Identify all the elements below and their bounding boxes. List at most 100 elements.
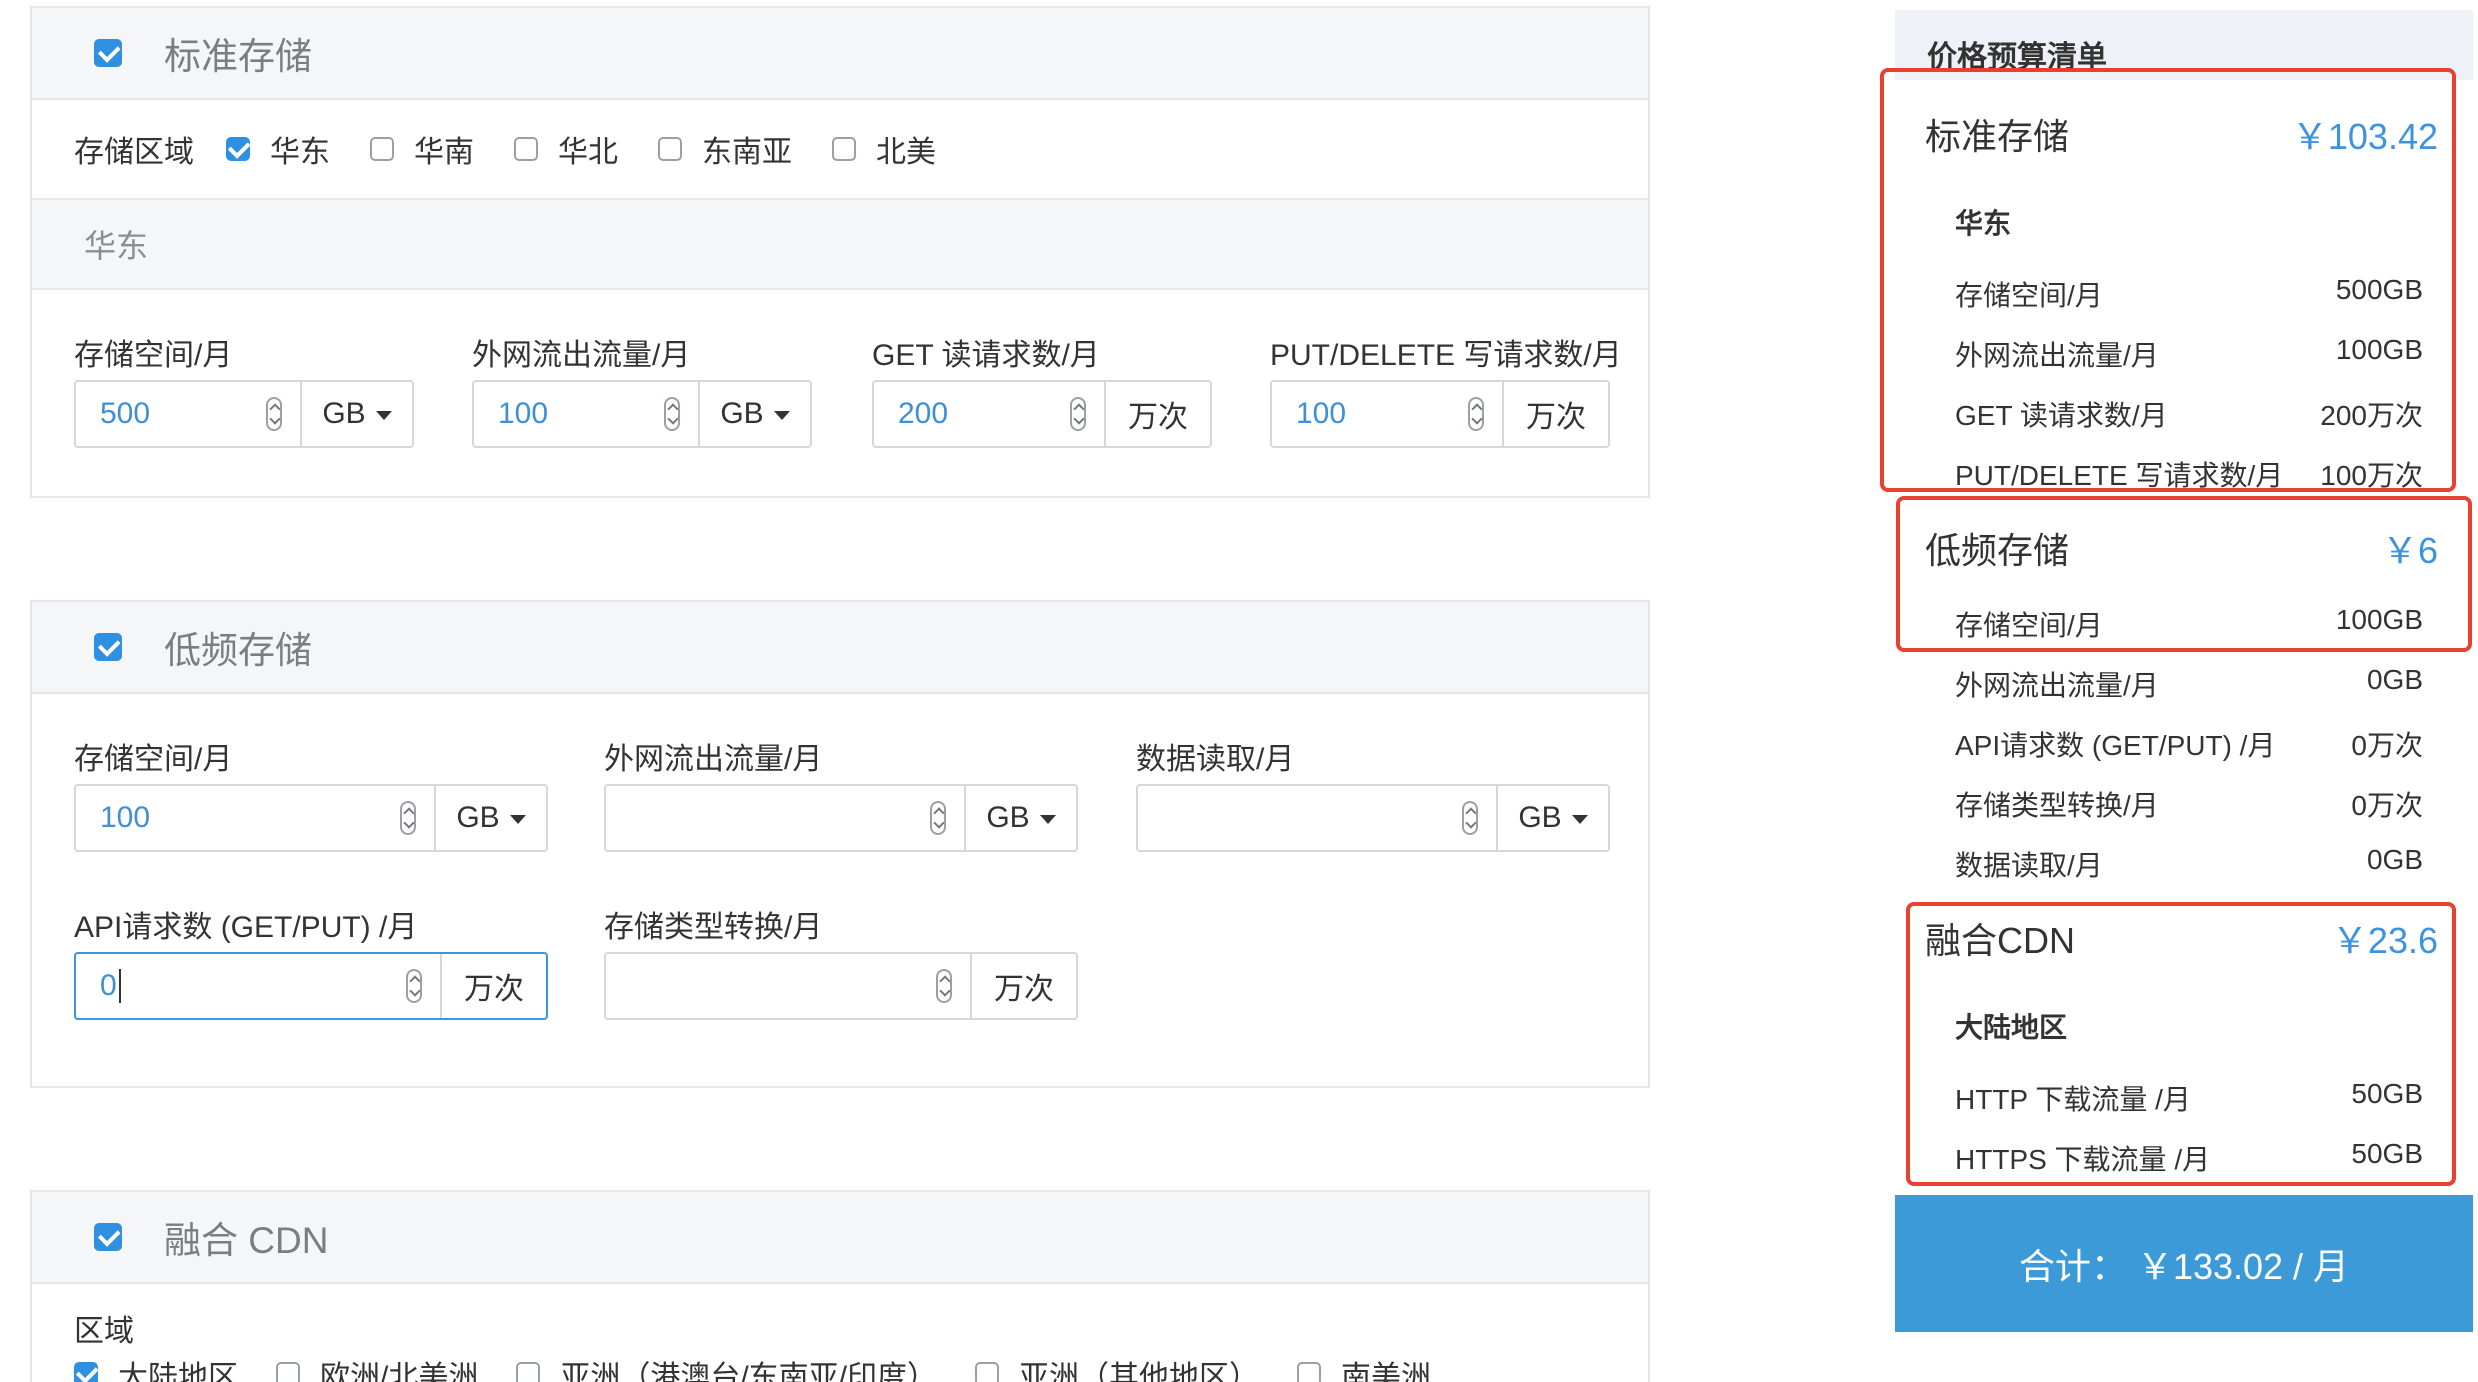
- standard-storage-header: 标准存储: [32, 8, 1648, 100]
- spinner-icon[interactable]: [1462, 801, 1478, 835]
- unit-label: 万次: [440, 954, 546, 1018]
- input-value[interactable]: 200: [874, 382, 1104, 446]
- lf-egress-input[interactable]: GB: [604, 784, 1078, 852]
- total-bar: 合计： ￥133.02 / 月: [1895, 1195, 2473, 1332]
- spinner-icon[interactable]: [664, 397, 680, 431]
- region-checkbox-huanan[interactable]: [370, 137, 394, 161]
- text-cursor: [118, 969, 121, 1003]
- region-checkbox-north-america[interactable]: [832, 137, 856, 161]
- region-option-huadong[interactable]: 华东: [226, 127, 330, 171]
- summary-row: API请求数 (GET/PUT) /月 0万次: [1955, 730, 2423, 761]
- input-value[interactable]: 500: [76, 382, 300, 446]
- highlight-cdn-box: [1906, 902, 2456, 1186]
- cdn-region-checkbox-asia-other[interactable]: [975, 1362, 1000, 1382]
- std-egress-field: 外网流出流量/月: [472, 330, 690, 374]
- region-option-huanan[interactable]: 华南: [370, 127, 474, 171]
- caret-down-icon: [375, 411, 392, 420]
- spinner-icon[interactable]: [936, 969, 952, 1003]
- spinner-icon[interactable]: [930, 801, 946, 835]
- field-label: GET 读请求数/月: [872, 339, 1100, 372]
- spinner-icon[interactable]: [1468, 397, 1484, 431]
- lf-storage-space-input[interactable]: 100 GB: [74, 784, 548, 852]
- input-value[interactable]: [1138, 786, 1496, 850]
- standard-storage-checkbox[interactable]: [94, 39, 122, 67]
- cdn-region-checkbox-asia-hmt[interactable]: [516, 1362, 541, 1382]
- cdn-region-label: 区域: [74, 1315, 134, 1348]
- input-value[interactable]: 100: [76, 786, 434, 850]
- input-value[interactable]: [606, 786, 964, 850]
- region-subheader-huadong: 华东: [32, 200, 1648, 290]
- caret-down-icon: [509, 815, 526, 824]
- unit-select[interactable]: GB: [1496, 786, 1608, 850]
- cdn-region-europe-na[interactable]: 欧洲/北美洲: [276, 1352, 478, 1382]
- lowfreq-storage-header: 低频存储: [32, 602, 1648, 694]
- spinner-icon[interactable]: [406, 969, 422, 1003]
- cdn-region-asia-hmt[interactable]: 亚洲（港澳台/东南亚/印度）: [516, 1352, 937, 1382]
- field-label: 存储空间/月: [74, 339, 233, 372]
- input-value[interactable]: 0: [76, 954, 440, 1018]
- input-value[interactable]: [606, 954, 970, 1018]
- lf-type-conversion-input[interactable]: 万次: [604, 952, 1078, 1020]
- std-get-requests-field: GET 读请求数/月: [872, 330, 1100, 374]
- unit-label: 万次: [970, 954, 1076, 1018]
- std-egress-input[interactable]: 100 GB: [472, 380, 812, 448]
- region-option-southeast-asia[interactable]: 东南亚: [658, 127, 792, 171]
- summary-row: 存储类型转换/月 0万次: [1955, 790, 2423, 821]
- unit-label: 万次: [1104, 382, 1210, 446]
- input-value[interactable]: 100: [1272, 382, 1502, 446]
- std-put-requests-input[interactable]: 100 万次: [1270, 380, 1610, 448]
- spinner-icon[interactable]: [1070, 397, 1086, 431]
- std-get-requests-input[interactable]: 200 万次: [872, 380, 1212, 448]
- cdn-region-checkbox-europe-na[interactable]: [276, 1362, 300, 1382]
- spinner-icon[interactable]: [400, 801, 416, 835]
- cdn-region-checkbox-south-america[interactable]: [1297, 1362, 1322, 1382]
- cdn-region-south-america[interactable]: 南美洲: [1297, 1352, 1431, 1382]
- region-option-north-america[interactable]: 北美: [832, 127, 936, 171]
- standard-storage-panel: 标准存储 存储区域 华东 华南 华北 东南亚 北美 华东 存储空间/月 500 …: [30, 6, 1650, 498]
- cdn-region-mainland[interactable]: 大陆地区: [74, 1352, 238, 1382]
- summary-row: 数据读取/月 0GB: [1955, 844, 2423, 881]
- std-storage-space-input[interactable]: 500 GB: [74, 380, 414, 448]
- lf-type-conversion-field: 存储类型转换/月: [604, 902, 822, 946]
- field-label: 存储类型转换/月: [604, 911, 823, 944]
- lowfreq-storage-title: 低频存储: [164, 630, 312, 671]
- spinner-icon[interactable]: [266, 397, 282, 431]
- field-label: 存储空间/月: [74, 743, 233, 776]
- caret-down-icon: [1039, 815, 1056, 824]
- cdn-title: 融合 CDN: [164, 1220, 329, 1261]
- unit-select[interactable]: GB: [698, 382, 810, 446]
- storage-region-row: 存储区域 华东 华南 华北 东南亚 北美: [32, 100, 1648, 200]
- lf-data-read-input[interactable]: GB: [1136, 784, 1610, 852]
- storage-region-label: 存储区域: [74, 136, 194, 169]
- caret-down-icon: [773, 411, 790, 420]
- region-option-huabei[interactable]: 华北: [514, 127, 618, 171]
- region-checkbox-huadong[interactable]: [226, 137, 250, 161]
- lf-data-read-field: 数据读取/月: [1136, 734, 1294, 778]
- cdn-checkbox[interactable]: [94, 1223, 122, 1251]
- standard-storage-title: 标准存储: [164, 36, 312, 77]
- field-label: 外网流出流量/月: [604, 743, 823, 776]
- lowfreq-storage-checkbox[interactable]: [94, 633, 122, 661]
- unit-select[interactable]: GB: [300, 382, 412, 446]
- field-label: API请求数 (GET/PUT) /月: [74, 911, 418, 944]
- lowfreq-storage-panel: 低频存储 存储空间/月 100 GB 外网流出流量/月 GB 数据读取/月 GB…: [30, 600, 1650, 1088]
- std-storage-space-field: 存储空间/月: [74, 330, 232, 374]
- cdn-header: 融合 CDN: [32, 1192, 1648, 1284]
- caret-down-icon: [1571, 815, 1588, 824]
- cdn-region-checkbox-mainland[interactable]: [74, 1362, 98, 1382]
- region-checkbox-huabei[interactable]: [514, 137, 538, 161]
- lf-api-requests-field: API请求数 (GET/PUT) /月: [74, 902, 417, 946]
- unit-select[interactable]: GB: [434, 786, 546, 850]
- unit-select[interactable]: GB: [964, 786, 1076, 850]
- summary-row: 外网流出流量/月 0GB: [1955, 664, 2423, 701]
- input-value[interactable]: 100: [474, 382, 698, 446]
- highlight-lowfreq-box: [1896, 496, 2472, 652]
- lf-api-requests-input[interactable]: 0 万次: [74, 952, 548, 1020]
- lf-storage-space-field: 存储空间/月: [74, 734, 232, 778]
- cdn-region-row: 大陆地区 欧洲/北美洲 亚洲（港澳台/东南亚/印度） 亚洲（其他地区） 南美洲: [74, 1352, 1469, 1382]
- field-label: 外网流出流量/月: [472, 339, 691, 372]
- field-label: PUT/DELETE 写请求数/月: [1270, 339, 1622, 372]
- cdn-region-asia-other[interactable]: 亚洲（其他地区）: [975, 1352, 1259, 1382]
- region-checkbox-southeast-asia[interactable]: [658, 137, 682, 161]
- highlight-standard-box: [1880, 68, 2456, 492]
